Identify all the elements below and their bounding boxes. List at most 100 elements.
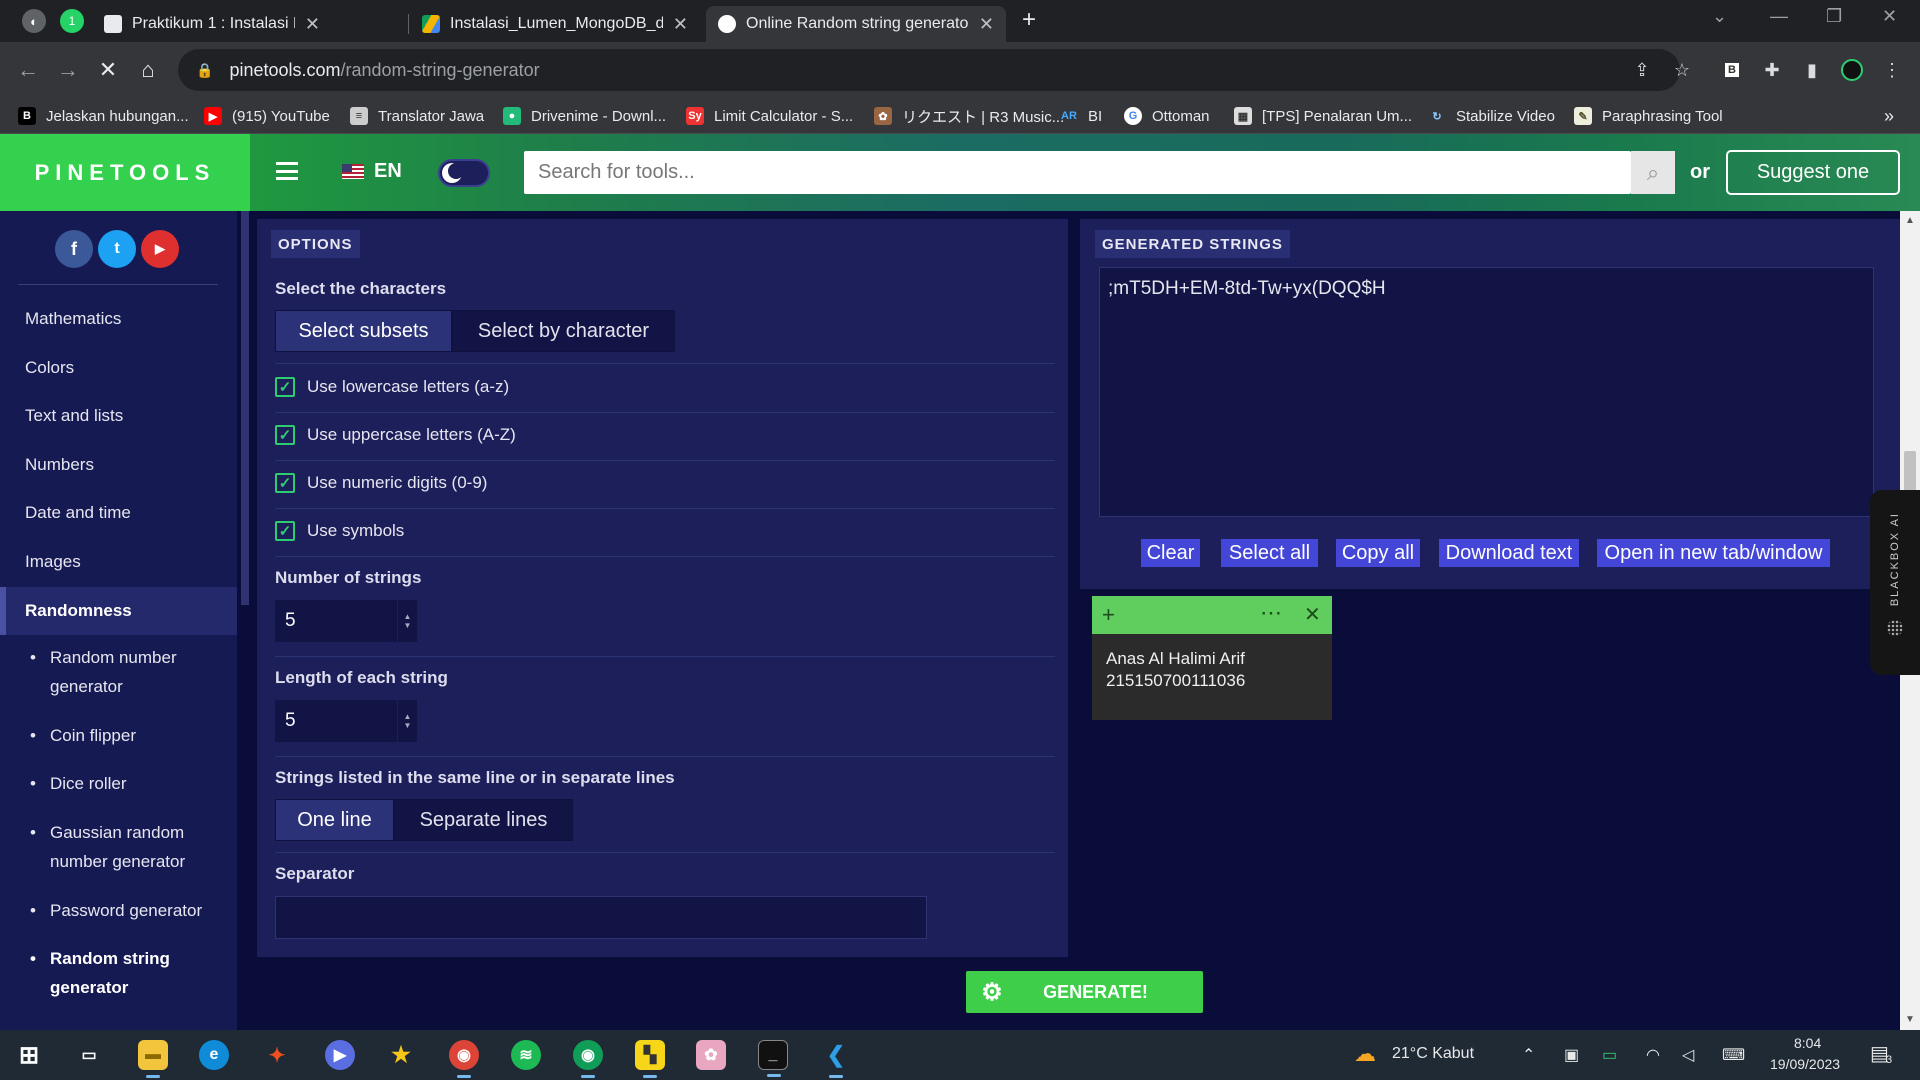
- sidebar-item-text-and-lists[interactable]: Text and lists: [25, 406, 123, 426]
- bookmark-item[interactable]: ▦ [TPS] Penalaran Um...: [1234, 106, 1412, 126]
- close-tab-icon[interactable]: ✕: [305, 14, 320, 35]
- chrome-profile-icon[interactable]: ◉: [573, 1040, 603, 1078]
- meet-icon[interactable]: ▣: [1564, 1045, 1579, 1065]
- close-window-icon[interactable]: ✕: [1882, 6, 1897, 27]
- share-icon[interactable]: ⇪: [1628, 56, 1656, 84]
- facebook-icon[interactable]: f: [55, 230, 93, 268]
- bookmark-item[interactable]: ✎ Paraphrasing Tool: [1574, 106, 1723, 126]
- address-bar[interactable]: 🔒 pinetools.com/random-string-generator: [178, 49, 1680, 91]
- pinetools-logo[interactable]: PINETOOLS: [0, 134, 250, 211]
- tool-search-input[interactable]: Search for tools...: [524, 151, 1631, 194]
- lowercase-checkbox[interactable]: ✓ Use lowercase letters (a-z): [275, 377, 509, 397]
- windows-start-icon[interactable]: ⊞: [14, 1040, 44, 1070]
- sidebar-subitem-random-number[interactable]: Random number generator: [30, 643, 220, 701]
- clock-date[interactable]: 19/09/2023: [1770, 1056, 1840, 1072]
- weather-icon[interactable]: ☁: [1354, 1041, 1376, 1067]
- tab-random-string[interactable]: Online Random string generator ✕: [706, 6, 1006, 42]
- anime-app-icon[interactable]: ✿: [696, 1040, 726, 1070]
- sidebar-subitem-password[interactable]: Password generator: [30, 896, 220, 925]
- copy-all-button[interactable]: Copy all: [1336, 539, 1420, 567]
- sidebar-subitem-dice-roller[interactable]: Dice roller: [30, 769, 220, 798]
- vscode-icon[interactable]: ❮: [821, 1040, 851, 1078]
- whatsapp-tab-icon[interactable]: 1: [60, 9, 84, 33]
- figma-icon[interactable]: ✦: [262, 1040, 292, 1070]
- edge-icon[interactable]: e: [199, 1040, 229, 1070]
- select-by-character-button[interactable]: Select by character: [452, 310, 675, 352]
- more-bookmarks-icon[interactable]: »: [1884, 106, 1894, 126]
- dark-mode-toggle[interactable]: [438, 159, 490, 187]
- clock-time[interactable]: 8:04: [1794, 1035, 1821, 1051]
- one-line-button[interactable]: One line: [275, 799, 394, 841]
- extension-b-icon[interactable]: B: [1718, 56, 1746, 84]
- extensions-puzzle-icon[interactable]: ✚: [1758, 56, 1786, 84]
- stepper-arrows-icon[interactable]: ▲ ▼: [397, 700, 417, 742]
- scroll-down-icon[interactable]: ▼: [1905, 1014, 1915, 1025]
- number-of-strings-input[interactable]: 5 ▲ ▼: [275, 600, 417, 642]
- new-tab-icon[interactable]: +: [1022, 6, 1036, 34]
- sidebar-item-colors[interactable]: Colors: [25, 358, 74, 378]
- tray-overflow-chevron-icon[interactable]: ⌃: [1522, 1045, 1535, 1065]
- sidebar-scrollbar[interactable]: [241, 211, 249, 605]
- profile-avatar-icon[interactable]: [1838, 56, 1866, 84]
- digits-checkbox[interactable]: ✓ Use numeric digits (0-9): [275, 473, 487, 493]
- volume-icon[interactable]: ◁: [1682, 1045, 1694, 1065]
- sticky-note[interactable]: + ⋯ ✕ Anas Al Halimi Arif 21515070011103…: [1092, 596, 1332, 720]
- keyboard-icon[interactable]: ⌨: [1722, 1045, 1745, 1065]
- bookmark-item[interactable]: Sy Limit Calculator - S...: [686, 106, 853, 126]
- sidebar-item-numbers[interactable]: Numbers: [25, 455, 94, 475]
- sidebar-subitem-coin-flipper[interactable]: Coin flipper: [30, 721, 220, 750]
- sidebar-subitem-random-string[interactable]: Random string generator: [30, 944, 220, 1002]
- bookmark-item[interactable]: ● Drivenime - Downl...: [503, 106, 666, 126]
- bookmark-item[interactable]: ✿ リクエスト | R3 Music...: [874, 106, 1064, 126]
- bookmark-item[interactable]: ↻ Stabilize Video: [1428, 106, 1555, 126]
- forward-icon[interactable]: →: [52, 54, 84, 86]
- bookmark-item[interactable]: G Ottoman: [1124, 106, 1210, 126]
- chrome-icon[interactable]: ◉: [449, 1040, 479, 1078]
- side-panel-icon[interactable]: ▮: [1798, 56, 1826, 84]
- suggest-one-button[interactable]: Suggest one: [1726, 150, 1900, 195]
- sidebar-item-mathematics[interactable]: Mathematics: [25, 309, 121, 329]
- open-new-tab-button[interactable]: Open in new tab/window: [1597, 539, 1830, 567]
- scroll-up-icon[interactable]: ▲: [1905, 215, 1915, 226]
- select-subsets-button[interactable]: Select subsets: [275, 310, 452, 352]
- sidebar-subitem-gaussian[interactable]: Gaussian random number generator: [30, 818, 220, 876]
- tab-search-icon[interactable]: ◐: [22, 9, 46, 33]
- symbols-checkbox[interactable]: ✓ Use symbols: [275, 521, 404, 541]
- tab-list-chevron-icon[interactable]: ⌄: [1712, 6, 1727, 27]
- stop-loading-icon[interactable]: ✕: [92, 54, 124, 86]
- more-options-icon[interactable]: ⋯: [1260, 600, 1282, 626]
- language-selector[interactable]: EN: [342, 160, 402, 183]
- twitter-icon[interactable]: t: [98, 230, 136, 268]
- home-icon[interactable]: ⌂: [132, 54, 164, 86]
- bookmark-item[interactable]: AR BI: [1060, 106, 1102, 126]
- file-explorer-icon[interactable]: ▬: [138, 1040, 168, 1078]
- close-tab-icon[interactable]: ✕: [673, 14, 688, 35]
- separator-input[interactable]: [275, 896, 927, 939]
- blackbox-ai-widget[interactable]: BLACKBOX AI: [1870, 490, 1920, 675]
- download-text-button[interactable]: Download text: [1439, 539, 1579, 567]
- separate-lines-button[interactable]: Separate lines: [394, 799, 573, 841]
- add-note-icon[interactable]: +: [1102, 602, 1115, 628]
- app-star-icon[interactable]: ★: [386, 1040, 416, 1070]
- sidebar-item-randomness[interactable]: Randomness: [0, 587, 237, 635]
- sticky-notes-icon[interactable]: ▚: [635, 1040, 665, 1078]
- bookmark-item[interactable]: ≡ Translator Jawa: [350, 106, 484, 126]
- sticky-note-text[interactable]: Anas Al Halimi Arif 215150700111036: [1106, 648, 1245, 692]
- search-icon[interactable]: ⌕: [1631, 151, 1675, 194]
- uppercase-checkbox[interactable]: ✓ Use uppercase letters (A-Z): [275, 425, 516, 445]
- terminal-icon[interactable]: _: [758, 1040, 788, 1077]
- length-input[interactable]: 5 ▲ ▼: [275, 700, 417, 742]
- output-textarea[interactable]: ;mT5DH+EM-8td-Tw+yx(DQQ$H: [1099, 267, 1874, 517]
- stepper-arrows-icon[interactable]: ▲ ▼: [397, 600, 417, 642]
- youtube-social-icon[interactable]: ▶: [141, 230, 179, 268]
- bookmark-item[interactable]: ▶ (915) YouTube: [204, 106, 330, 126]
- close-tab-icon[interactable]: ✕: [979, 14, 994, 35]
- battery-icon[interactable]: ▭: [1602, 1045, 1617, 1065]
- bookmark-item[interactable]: B Jelaskan hubungan...: [18, 106, 189, 126]
- task-view-icon[interactable]: ▭: [74, 1040, 104, 1070]
- sidebar-item-images[interactable]: Images: [25, 552, 81, 572]
- bookmark-star-icon[interactable]: ☆: [1668, 56, 1696, 84]
- hamburger-menu-icon[interactable]: [276, 162, 298, 180]
- wifi-icon[interactable]: ◠: [1646, 1045, 1660, 1065]
- generate-button[interactable]: ⚙ GENERATE!: [966, 971, 1203, 1013]
